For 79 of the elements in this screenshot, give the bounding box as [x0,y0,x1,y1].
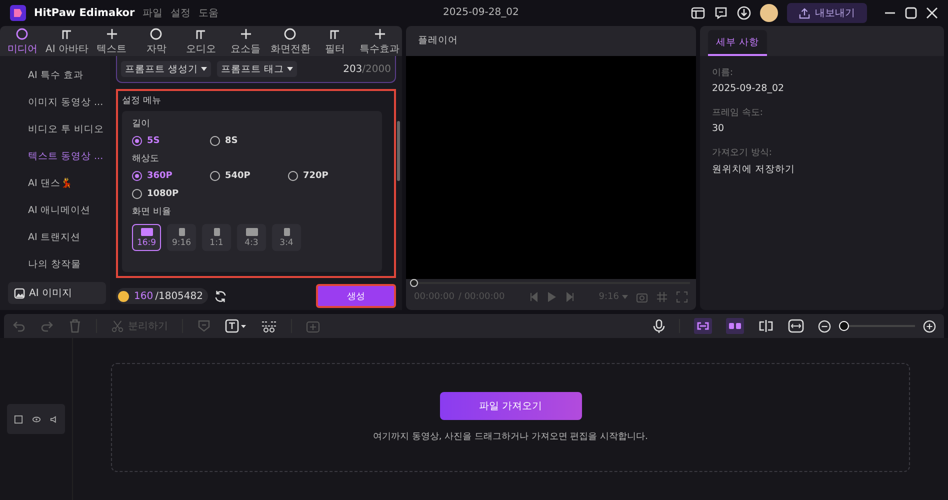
caret-icon [622,295,628,299]
maximize-icon[interactable] [905,7,917,19]
microphone-icon[interactable] [653,319,665,333]
media-tab[interactable]: 텍스트 [89,26,134,56]
speaker-icon[interactable] [50,414,58,424]
radio-option[interactable]: 5S [132,136,210,146]
option-label: 길이 [132,118,151,130]
drop-hint: 여기까지 동영상, 사진을 드래그하거나 가져오면 편집을 시작합니다. [373,431,648,443]
field-label: 프레임 속도: [712,107,764,119]
app-logo-icon [10,5,26,21]
media-tab[interactable]: 필터 [312,26,358,56]
text-box-icon[interactable] [225,319,247,333]
radio-option[interactable]: 540P [210,171,288,181]
aspect-ratio-option[interactable]: 3:4 [272,224,301,251]
radio-option[interactable]: 1080P [132,189,210,199]
sidebar-item[interactable]: AI 애니메이션 [0,197,110,224]
media-tab[interactable]: 오디오 [178,26,224,56]
download-icon[interactable] [737,6,751,20]
generate-button[interactable]: 생성 [316,284,396,308]
media-tab[interactable]: 요소들 [223,26,268,56]
menu-item[interactable]: 설정 [170,6,191,20]
refresh-icon[interactable] [214,290,227,302]
aspect-ratio-option[interactable]: 1:1 [202,224,231,251]
zoom-in-icon[interactable] [923,320,936,332]
aspect-ratio-option[interactable]: 9:16 [167,224,196,251]
media-tab[interactable]: 특수효과 [357,26,402,56]
upload-icon [799,8,810,18]
option-label: 화면 비율 [132,206,172,218]
zoom-out-icon[interactable] [818,320,831,332]
scissors-icon[interactable] [261,319,277,333]
progress-handle[interactable] [410,279,418,287]
eye-icon[interactable] [32,414,40,424]
field-label: 이름: [712,67,734,79]
media-tab[interactable]: AI 아바타 [44,26,90,56]
sidebar-item[interactable]: AI 트랜지션 [0,224,110,251]
field-value: 30 [712,123,726,134]
sidebar-item[interactable]: 텍스트 동영상 ... [0,143,110,170]
option-label: 해상도 [132,153,160,165]
sidebar-item[interactable]: 이미지 동영상 ... [0,89,110,116]
media-tab[interactable]: 자막 [134,26,179,56]
avatar[interactable] [760,4,778,22]
field-value: 원위치에 저장하기 [712,163,796,176]
drop-zone[interactable]: 파일 가져오기 여기까지 동영상, 사진을 드래그하거나 가져오면 편집을 시작합니다. [111,363,910,472]
caret-icon [201,67,208,71]
layout-icon[interactable] [691,6,705,20]
close-icon[interactable] [926,7,938,19]
sidebar-item[interactable]: AI 특수 효과 [0,62,110,89]
split-clip-icon[interactable] [758,319,774,333]
prompt-button[interactable]: 프롬프트 태그 [217,61,298,77]
settings-title: 설정 메뉴 [121,95,162,108]
radio-option[interactable]: 720P [288,171,366,181]
fit-width-icon[interactable] [788,319,804,333]
field-value: 2025-09-28_02 [712,83,786,94]
player-title: 플레이어 [417,34,459,48]
sidebar-item[interactable]: 비디오 투 비디오 [0,116,110,143]
radio-option[interactable]: 8S [210,136,288,146]
radio-option[interactable]: 360P [132,171,210,181]
credit-counter: 160 /1805482 [116,288,208,304]
chat-icon[interactable] [714,6,728,20]
sidebar-item[interactable]: 나의 창작물 [0,251,110,278]
project-title: 2025-09-28_02 [443,7,519,18]
scissors-icon [111,320,124,332]
export-button[interactable]: 내보내기 [787,3,867,23]
media-tab[interactable]: 미디어 [0,26,45,56]
sidebar-item[interactable]: AI 댄스💃 [0,170,110,197]
media-tab[interactable]: 화면전환 [268,26,313,56]
aspect-ratio-option[interactable]: 4:3 [237,224,266,251]
character-count: 203/2000 [343,64,391,74]
import-file-button[interactable]: 파일 가져오기 [440,392,582,420]
app-name: HitPaw Edimakor [34,7,135,19]
details-tab[interactable]: 세부 사항 [708,30,768,56]
caret-icon [287,67,294,71]
sidebar-category[interactable]: AI 이미지 [8,282,106,304]
field-label: 가져오기 방식: [712,147,773,159]
prompt-button[interactable]: 프롬프트 생성기 [121,61,212,77]
aspect-ratio-option[interactable]: 16:9 [132,224,161,251]
menu-item[interactable]: 도움 [198,6,219,20]
zoom-handle[interactable] [839,321,849,331]
menu-item[interactable]: 파일 [142,6,163,20]
